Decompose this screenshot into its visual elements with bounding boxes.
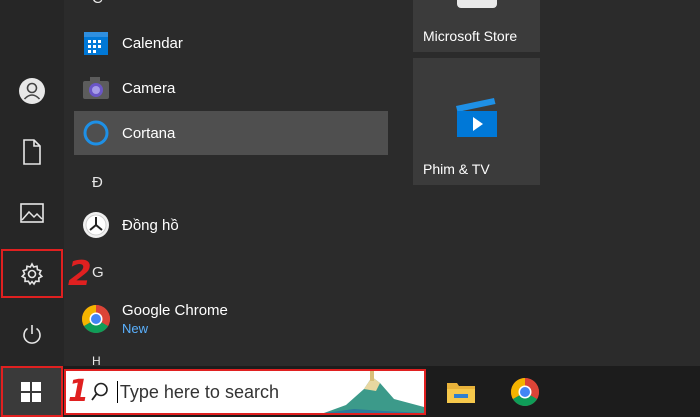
user-avatar-icon: [19, 78, 45, 104]
movies-tv-icon: [456, 98, 497, 137]
file-explorer-icon: [447, 382, 475, 403]
app-list: C Calendar: [64, 0, 404, 368]
store-bag-icon: [457, 0, 497, 8]
start-menu: 2 C Calendar: [0, 0, 700, 368]
chrome-icon: [511, 377, 539, 406]
search-icon: [91, 382, 108, 401]
start-button-highlight-box: [1, 366, 63, 417]
pictures-button[interactable]: [8, 189, 56, 237]
taskbar-file-explorer[interactable]: [436, 366, 486, 417]
app-item-dong-ho[interactable]: Đồng hồ: [74, 203, 390, 247]
clock-icon: [80, 209, 112, 241]
documents-button[interactable]: [8, 128, 56, 176]
pictures-icon: [20, 203, 44, 223]
taskbar: 1 Type here to search: [0, 366, 700, 417]
text-caret: [116, 381, 118, 403]
power-button[interactable]: [8, 311, 56, 359]
cortana-icon: [80, 117, 112, 149]
letter-header-g[interactable]: G: [92, 264, 104, 281]
letter-header-d-stroke[interactable]: Đ: [92, 174, 103, 191]
search-highlight-illustration: [324, 371, 424, 413]
account-button[interactable]: [8, 67, 56, 115]
taskbar-google-chrome[interactable]: [500, 366, 550, 417]
app-item-calendar[interactable]: Calendar: [74, 21, 390, 65]
tile-microsoft-store[interactable]: Microsoft Store: [413, 0, 540, 52]
settings-highlight-box: [1, 249, 63, 298]
document-icon: [23, 139, 41, 165]
app-name-camera: Camera: [122, 79, 176, 97]
step-1-label: 1: [68, 374, 89, 409]
tile-phim-tv[interactable]: Phim & TV: [413, 58, 540, 185]
app-item-google-chrome[interactable]: Google Chrome New: [74, 294, 390, 344]
camera-icon: [80, 72, 112, 104]
calendar-icon: [80, 27, 112, 59]
app-name-dong-ho: Đồng hồ: [122, 216, 179, 234]
start-left-rail: [0, 0, 64, 366]
taskbar-search-box[interactable]: 1 Type here to search: [64, 369, 426, 415]
power-icon: [23, 325, 41, 344]
chrome-icon: [80, 303, 112, 335]
letter-header-c[interactable]: C: [92, 0, 103, 7]
tile-label-phim-tv: Phim & TV: [423, 161, 490, 177]
tile-label-microsoft-store: Microsoft Store: [423, 28, 518, 44]
app-item-camera[interactable]: Camera: [74, 66, 390, 110]
app-name-cortana: Cortana: [122, 124, 176, 142]
new-app-badge: New: [122, 321, 149, 336]
app-name-google-chrome: Google Chrome: [122, 302, 228, 319]
app-item-cortana[interactable]: Cortana: [74, 111, 388, 155]
search-placeholder: Type here to search: [119, 381, 279, 402]
app-name-calendar: Calendar: [122, 34, 183, 52]
